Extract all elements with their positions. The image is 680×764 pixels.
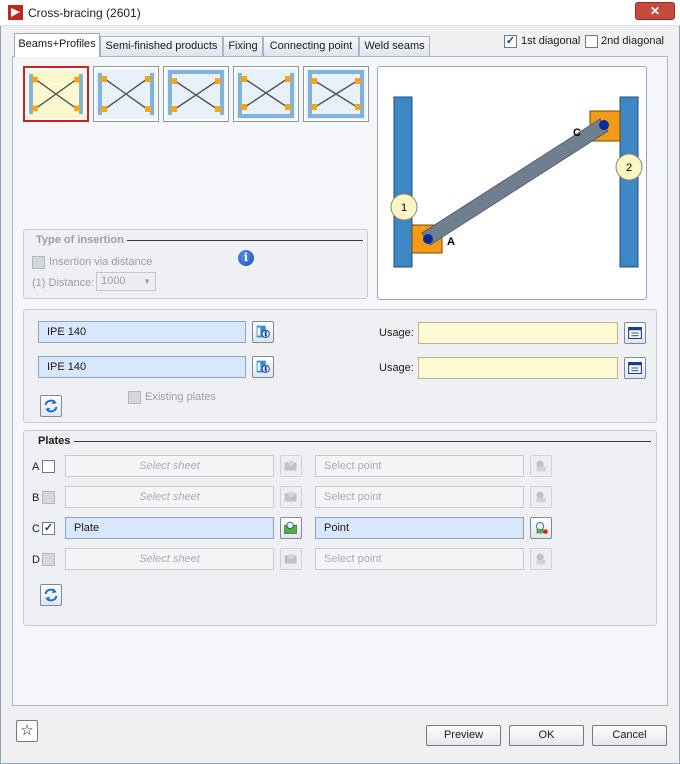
- chevron-down-icon: ▼: [143, 277, 151, 286]
- refresh-icon: [44, 399, 58, 413]
- title-bar: Cross-bracing (2601) ✕: [0, 0, 680, 26]
- label-a: A: [447, 236, 455, 248]
- list-icon: [628, 327, 642, 339]
- second-diagonal-checkbox[interactable]: [585, 35, 598, 48]
- bracing-variant-1[interactable]: [23, 66, 89, 122]
- plate-c-sheet-field[interactable]: Plate: [65, 517, 274, 539]
- tab-connecting-point[interactable]: Connecting point: [263, 36, 359, 56]
- plate-b-checkbox[interactable]: [42, 491, 55, 504]
- plate-c-letter: C: [32, 523, 40, 535]
- cancel-button[interactable]: Cancel: [592, 725, 667, 746]
- point-c-marker: [599, 120, 609, 130]
- favorites-star-icon[interactable]: ☆: [16, 720, 38, 742]
- point-pick-icon: [536, 522, 548, 534]
- column-right: [619, 96, 639, 268]
- label-c: C: [573, 127, 581, 139]
- info-icon[interactable]: i: [238, 250, 254, 266]
- sheet-icon: [284, 521, 297, 534]
- plate-b-sheet-button[interactable]: [280, 486, 302, 508]
- profiles-refresh-button[interactable]: [40, 395, 62, 417]
- plates-rule: [74, 441, 651, 442]
- refresh-icon: [44, 588, 58, 602]
- second-diagonal-label: 2nd diagonal: [601, 35, 665, 47]
- usage-1-list-button[interactable]: [624, 322, 646, 344]
- plate-d-sheet-button[interactable]: [280, 548, 302, 570]
- plate-c-checkbox[interactable]: ✓: [42, 522, 55, 535]
- type-of-insertion-rule: [127, 240, 363, 241]
- bracing-variant-2[interactable]: [93, 66, 159, 122]
- distance-value: 1000: [101, 275, 126, 287]
- plate-d-checkbox[interactable]: [42, 553, 55, 566]
- sheet-icon: [284, 460, 297, 471]
- plate-a-sheet-button[interactable]: [280, 455, 302, 477]
- plates-refresh-button[interactable]: [40, 584, 62, 606]
- plate-a-sheet-field[interactable]: Select sheet: [65, 455, 274, 477]
- bracing-preview: 1 2 A C: [377, 66, 647, 300]
- existing-plates-checkbox[interactable]: [128, 391, 141, 404]
- plate-b-point-button[interactable]: [530, 486, 552, 508]
- insertion-via-distance-label: Insertion via distance: [49, 256, 153, 268]
- sheet-icon: [284, 553, 297, 564]
- label-2: 2: [626, 162, 632, 174]
- bracing-variant-5[interactable]: [303, 66, 369, 122]
- first-diagonal-label: 1st diagonal: [521, 35, 581, 47]
- plate-d-letter: D: [32, 554, 40, 566]
- plate-b-sheet-field[interactable]: Select sheet: [65, 486, 274, 508]
- plate-c-sheet-button[interactable]: [280, 517, 302, 539]
- plate-b-point-field[interactable]: Select point: [315, 486, 524, 508]
- existing-plates-label: Existing plates: [145, 391, 216, 403]
- distance-select[interactable]: 1000 ▼: [96, 272, 156, 291]
- type-of-insertion-title: Type of insertion: [36, 234, 124, 246]
- preview-button[interactable]: Preview: [426, 725, 501, 746]
- usage-1-label: Usage:: [379, 327, 414, 339]
- plate-d-sheet-field[interactable]: Select sheet: [65, 548, 274, 570]
- usage-1-input[interactable]: [418, 322, 618, 344]
- ok-button[interactable]: OK: [509, 725, 584, 746]
- plate-a-checkbox[interactable]: [42, 460, 55, 473]
- plate-a-point-button[interactable]: [530, 455, 552, 477]
- point-pick-icon: [536, 460, 546, 472]
- column-left: [393, 96, 413, 268]
- bracing-variant-4[interactable]: [233, 66, 299, 122]
- sheet-icon: [284, 491, 297, 502]
- point-a-marker: [423, 234, 433, 244]
- plate-c-point-button[interactable]: [530, 517, 552, 539]
- profile-2-catalog-button[interactable]: [252, 356, 274, 378]
- plate-d-point-field[interactable]: Select point: [315, 548, 524, 570]
- usage-2-label: Usage:: [379, 362, 414, 374]
- bracing-variant-3[interactable]: [163, 66, 229, 122]
- profile-1-catalog-button[interactable]: [252, 321, 274, 343]
- usage-2-input[interactable]: [418, 357, 618, 379]
- plate-a-point-field[interactable]: Select point: [315, 455, 524, 477]
- profile-2-input[interactable]: IPE 140: [38, 356, 246, 378]
- list-icon: [628, 362, 642, 374]
- catalog-icon: [256, 325, 270, 338]
- tab-fixing[interactable]: Fixing: [223, 36, 263, 56]
- tab-beams-profiles[interactable]: Beams+Profiles: [14, 33, 100, 57]
- usage-2-list-button[interactable]: [624, 357, 646, 379]
- label-1: 1: [401, 202, 407, 214]
- plate-d-point-button[interactable]: [530, 548, 552, 570]
- app-icon: [8, 5, 23, 20]
- distance-label: (1) Distance:: [32, 277, 95, 289]
- plate-b-letter: B: [32, 492, 40, 504]
- tab-weld-seams[interactable]: Weld seams: [359, 36, 430, 56]
- first-diagonal-checkbox[interactable]: ✓: [504, 35, 517, 48]
- tab-semi-finished-products[interactable]: Semi-finished products: [100, 36, 223, 56]
- close-button[interactable]: ✕: [635, 2, 675, 20]
- point-pick-icon: [536, 491, 546, 503]
- insertion-via-distance-checkbox[interactable]: [32, 256, 45, 269]
- plates-title: Plates: [38, 435, 71, 447]
- profile-1-input[interactable]: IPE 140: [38, 321, 246, 343]
- plate-c-point-field[interactable]: Point: [315, 517, 524, 539]
- catalog-icon: [256, 360, 270, 373]
- point-pick-icon: [536, 553, 546, 565]
- preview-drawing: 1 2 A C: [390, 96, 643, 268]
- window-title: Cross-bracing (2601): [28, 6, 141, 20]
- plate-a-letter: A: [32, 461, 40, 473]
